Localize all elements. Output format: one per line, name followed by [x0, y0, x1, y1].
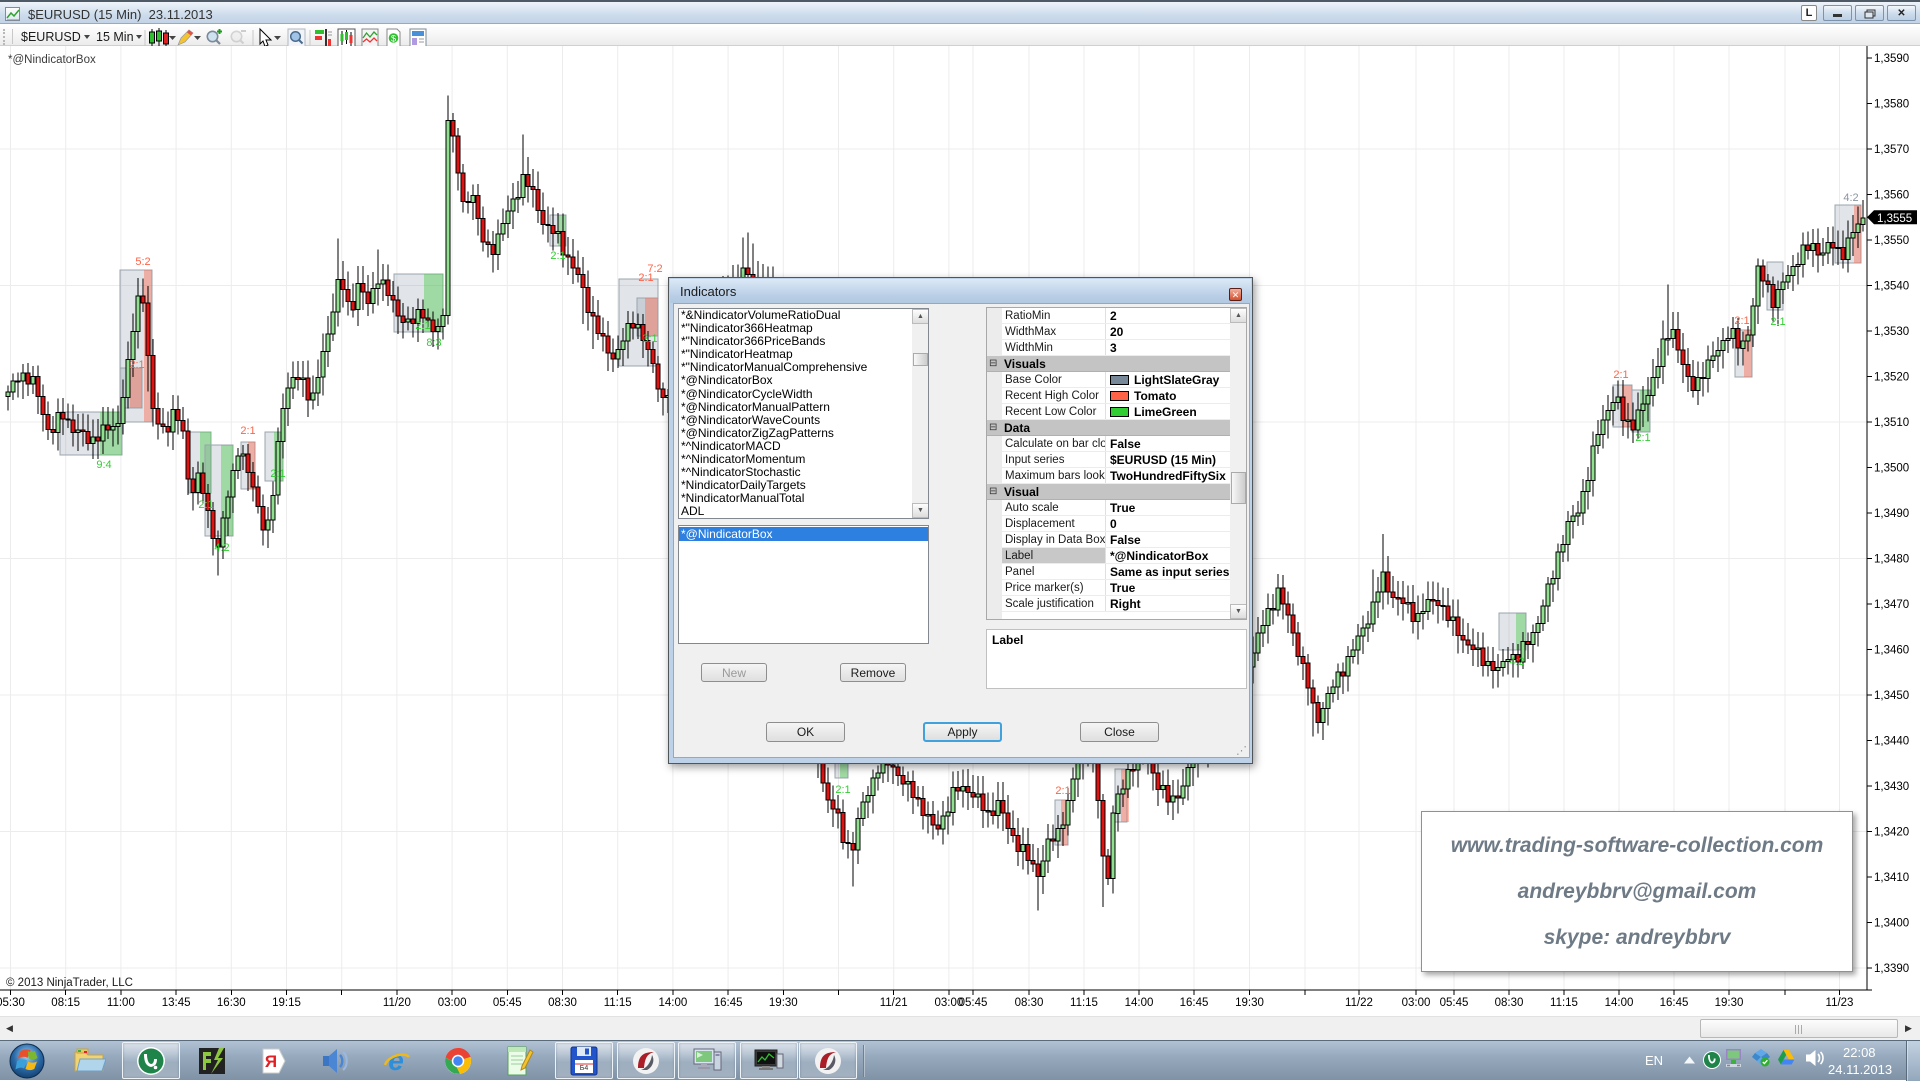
- svg-text:14:00: 14:00: [1125, 997, 1154, 1009]
- svg-text:05:30: 05:30: [0, 997, 25, 1009]
- svg-text:1,3570: 1,3570: [1874, 144, 1909, 156]
- svg-text:1,3510: 1,3510: [1874, 417, 1909, 429]
- svg-text:11/23: 11/23: [1826, 997, 1854, 1009]
- svg-text:11:15: 11:15: [1070, 997, 1098, 1009]
- svg-text:19:30: 19:30: [1715, 997, 1744, 1009]
- svg-text:2:1: 2:1: [638, 272, 653, 284]
- svg-text:© 2013 NinjaTrader, LLC: © 2013 NinjaTrader, LLC: [6, 977, 133, 989]
- svg-text:1,3490: 1,3490: [1874, 508, 1909, 520]
- svg-text:1,3430: 1,3430: [1874, 781, 1909, 793]
- svg-text:08:15: 08:15: [51, 997, 80, 1009]
- svg-text:1,3440: 1,3440: [1874, 736, 1909, 748]
- svg-text:03:00: 03:00: [438, 997, 467, 1009]
- svg-text:2:1: 2:1: [1613, 369, 1628, 381]
- svg-text:2:1: 2:1: [1734, 315, 1749, 327]
- svg-text:4:2: 4:2: [214, 542, 229, 554]
- svg-text:11/20: 11/20: [383, 997, 411, 1009]
- svg-text:1,3390: 1,3390: [1874, 963, 1909, 975]
- svg-text:*@NindicatorBox: *@NindicatorBox: [8, 54, 96, 66]
- svg-text:3:1: 3:1: [642, 333, 657, 345]
- svg-text:08:30: 08:30: [1015, 997, 1044, 1009]
- svg-text:1,3410: 1,3410: [1874, 872, 1909, 884]
- svg-text:1,3400: 1,3400: [1874, 918, 1909, 930]
- svg-text:08:30: 08:30: [1495, 997, 1524, 1009]
- svg-text:2:1: 2:1: [550, 250, 565, 262]
- svg-text:2:1: 2:1: [1635, 432, 1650, 444]
- svg-text:11/21: 11/21: [880, 997, 908, 1009]
- svg-text:1,3580: 1,3580: [1874, 99, 1909, 111]
- svg-text:16:45: 16:45: [1660, 997, 1689, 1009]
- svg-text:19:30: 19:30: [1235, 997, 1264, 1009]
- svg-text:1,3470: 1,3470: [1874, 599, 1909, 611]
- svg-text:4:2: 4:2: [1843, 192, 1858, 204]
- svg-text:11:15: 11:15: [1550, 997, 1578, 1009]
- svg-text:08:30: 08:30: [548, 997, 577, 1009]
- svg-text:1,3520: 1,3520: [1874, 372, 1909, 384]
- svg-text:Б4: Б4: [580, 1065, 589, 1072]
- svg-text:1,3450: 1,3450: [1874, 690, 1909, 702]
- svg-text:1,3590: 1,3590: [1874, 53, 1909, 65]
- svg-text:8:3: 8:3: [426, 337, 441, 349]
- svg-text:2:1: 2:1: [270, 468, 285, 480]
- svg-text:1,3530: 1,3530: [1874, 326, 1909, 338]
- svg-text:19:30: 19:30: [769, 997, 798, 1009]
- svg-text:$: $: [391, 34, 396, 44]
- svg-text:14:00: 14:00: [659, 997, 688, 1009]
- svg-text:2:1: 2:1: [1055, 785, 1070, 797]
- svg-text:4:2: 4:2: [1509, 656, 1524, 668]
- svg-text:11/22: 11/22: [1345, 997, 1373, 1009]
- svg-text:1,3460: 1,3460: [1874, 645, 1909, 657]
- svg-text:1,3480: 1,3480: [1874, 554, 1909, 566]
- svg-text:16:30: 16:30: [217, 997, 246, 1009]
- svg-text:03:00: 03:00: [1402, 997, 1431, 1009]
- svg-text:Я: Я: [264, 1052, 276, 1071]
- svg-text:2:1: 2:1: [1770, 316, 1785, 328]
- svg-text:5:2: 5:2: [135, 256, 150, 268]
- svg-text:2:1: 2:1: [129, 359, 144, 371]
- svg-text:14:00: 14:00: [1605, 997, 1634, 1009]
- svg-text:05:45: 05:45: [1440, 997, 1469, 1009]
- svg-text:1,3555: 1,3555: [1877, 213, 1912, 225]
- svg-text:19:15: 19:15: [272, 997, 301, 1009]
- svg-text:11:00: 11:00: [107, 997, 135, 1009]
- svg-text:2:1: 2:1: [835, 784, 850, 796]
- svg-text:e: e: [388, 1045, 404, 1076]
- svg-text:05:45: 05:45: [493, 997, 522, 1009]
- svg-text:16:45: 16:45: [1180, 997, 1209, 1009]
- svg-text:16:45: 16:45: [714, 997, 743, 1009]
- svg-text:1,3420: 1,3420: [1874, 827, 1909, 839]
- svg-text:9:4: 9:4: [96, 459, 111, 471]
- svg-text:1,3560: 1,3560: [1874, 190, 1909, 202]
- svg-text:11:15: 11:15: [604, 997, 632, 1009]
- svg-text:2:1: 2:1: [240, 425, 255, 437]
- svg-text:13:45: 13:45: [162, 997, 191, 1009]
- svg-text:2:1: 2:1: [415, 320, 430, 332]
- svg-text:1,3500: 1,3500: [1874, 463, 1909, 475]
- svg-text:1,3540: 1,3540: [1874, 281, 1909, 293]
- svg-text:2:1: 2:1: [198, 499, 213, 511]
- svg-text:1,3550: 1,3550: [1874, 235, 1909, 247]
- svg-text:05:45: 05:45: [959, 997, 988, 1009]
